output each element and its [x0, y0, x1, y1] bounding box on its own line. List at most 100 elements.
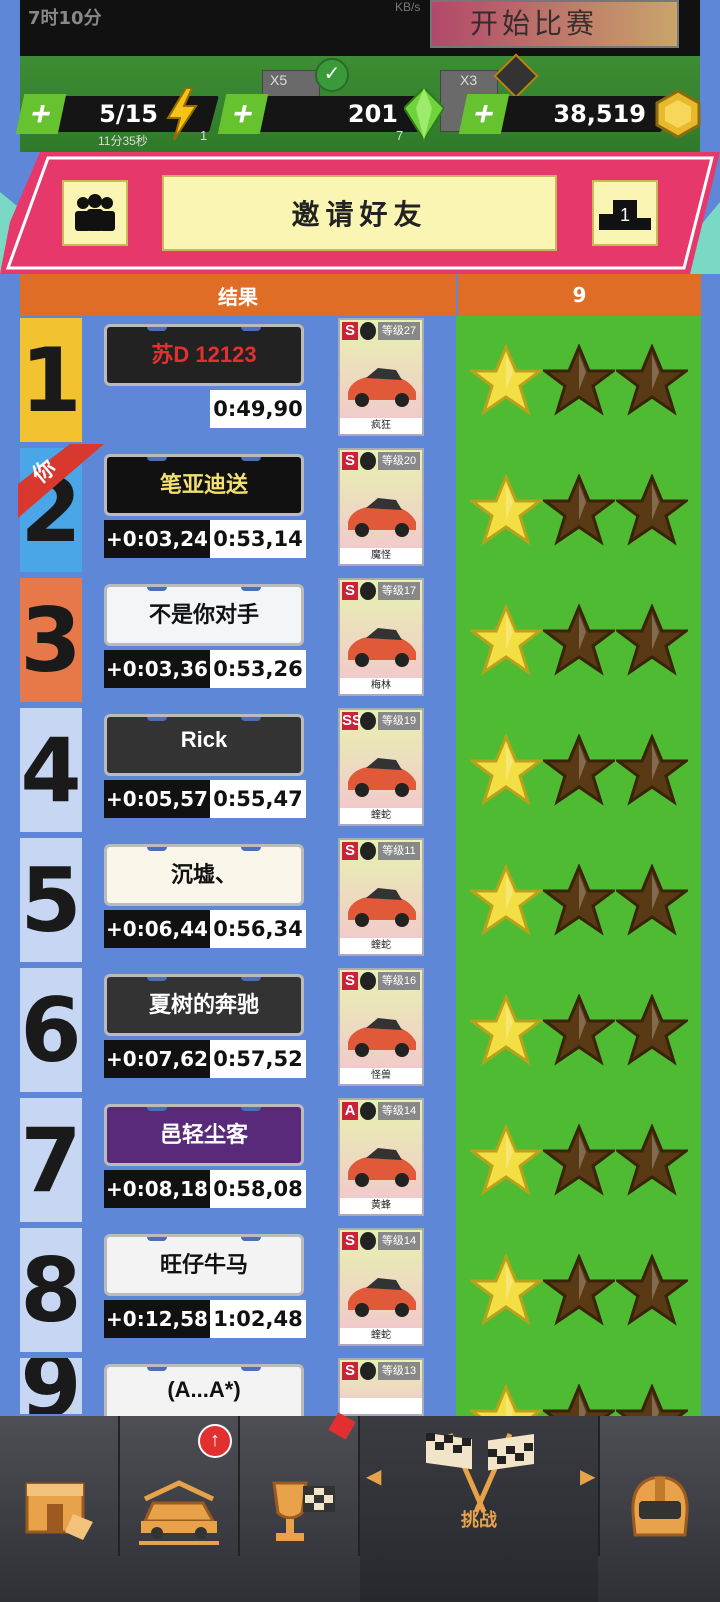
nav-next-arrow-icon[interactable]: ▶ — [580, 1464, 595, 1489]
rank-number: 1 — [20, 318, 82, 442]
empty-star-icon — [543, 1254, 615, 1326]
player-name: 沉墟、 — [170, 862, 237, 887]
car-brand-icon — [360, 972, 376, 990]
energy-timer: 11分35秒 — [98, 134, 148, 148]
nav-tab-trophies[interactable] — [240, 1416, 358, 1602]
nav-tab-shop[interactable] — [0, 1416, 118, 1602]
rank-number: 7 — [20, 1098, 82, 1222]
nav-challenge-label: 挑战 — [461, 1510, 497, 1530]
empty-star-icon — [616, 1384, 688, 1416]
gems-value: 201 — [347, 100, 398, 128]
car-icon — [348, 758, 416, 797]
gold-star-icon — [470, 1254, 542, 1326]
gold-star-icon — [470, 1384, 542, 1416]
car-card[interactable]: A 等级14 黄蜂 — [338, 1098, 424, 1216]
checkered-flags-icon — [420, 1424, 540, 1519]
race-time: 0:49,90 — [210, 390, 306, 428]
car-icon — [348, 1148, 416, 1187]
car-card[interactable]: S 等级13 — [338, 1358, 424, 1416]
player-name-plate[interactable]: 邑轻尘客 — [104, 1104, 304, 1166]
time-difference: +0:12,58 — [104, 1300, 210, 1338]
car-class-badge: SS — [342, 712, 363, 730]
empty-star-icon — [616, 994, 688, 1066]
empty-star-icon — [543, 474, 615, 546]
player-name-plate[interactable]: 苏D 12123 — [104, 324, 304, 386]
empty-star-icon — [543, 994, 615, 1066]
nav-tab-profile[interactable] — [600, 1416, 720, 1602]
shop-icon — [25, 1482, 93, 1540]
helmet-icon — [631, 1475, 689, 1537]
coins-add-button[interactable]: + — [458, 94, 510, 134]
car-class-badge: S — [342, 452, 358, 470]
rank-number: 3 — [20, 578, 82, 702]
car-class-badge: S — [342, 842, 358, 860]
coin-icon — [654, 89, 702, 143]
nav-prev-arrow-icon[interactable]: ◀ — [366, 1464, 381, 1489]
group-icon — [75, 194, 115, 231]
race-time: 0:57,52 — [210, 1040, 306, 1078]
player-name-plate[interactable]: 旺仔牛马 — [104, 1234, 304, 1296]
time-difference: +0:06,44 — [104, 910, 210, 948]
car-icon — [348, 368, 416, 407]
car-level: 等级14 — [378, 1232, 420, 1250]
energy-add-button[interactable]: + — [15, 94, 67, 134]
empty-star-icon — [616, 864, 688, 936]
car-class-badge: S — [342, 1232, 358, 1250]
stars-column-header: 9 — [458, 274, 701, 316]
friends-button[interactable] — [62, 180, 128, 246]
player-name: 邑轻尘客 — [159, 1122, 248, 1147]
car-card[interactable]: S 等级17 梅林 — [338, 578, 424, 696]
player-name-plate[interactable]: 笔亚迪送 — [104, 454, 304, 516]
player-name-plate[interactable]: 夏树的奔驰 — [104, 974, 304, 1036]
empty-star-icon — [543, 344, 615, 416]
player-name: (A...A*) — [167, 1377, 241, 1402]
car-card[interactable]: S 等级20 魔怪 — [338, 448, 424, 566]
car-brand-icon — [360, 322, 376, 340]
car-card[interactable]: SS 等级19 蝰蛇 — [338, 708, 424, 826]
podium-icon: 1 — [599, 196, 651, 230]
car-card[interactable]: S 等级16 怪兽 — [338, 968, 424, 1086]
car-level: 等级16 — [378, 972, 420, 990]
invite-friends-button[interactable]: 邀请好友 — [162, 175, 557, 251]
player-name-plate[interactable]: Rick — [104, 714, 304, 776]
leaderboard-button[interactable]: 1 — [592, 180, 658, 246]
car-card[interactable]: S 等级11 蝰蛇 — [338, 838, 424, 956]
car-level: 等级13 — [378, 1362, 420, 1380]
empty-star-icon — [616, 474, 688, 546]
car-name: 疯狂 — [340, 418, 422, 434]
car-name: 怪兽 — [340, 1068, 422, 1084]
player-name: 夏树的奔驰 — [148, 992, 259, 1017]
gold-star-icon — [470, 994, 542, 1066]
item-card-1-sub: 1 — [200, 128, 208, 143]
rank-number: 8 — [20, 1228, 82, 1352]
upgrade-badge-icon: ↑ — [198, 1424, 232, 1458]
player-name-plate[interactable]: 不是你对手 — [104, 584, 304, 646]
car-name: 蝰蛇 — [340, 1328, 422, 1344]
result-column-header: 结果 — [20, 274, 456, 316]
car-card[interactable]: S 等级27 疯狂 — [338, 318, 424, 436]
player-name: 旺仔牛马 — [159, 1252, 248, 1277]
car-name — [340, 1398, 422, 1414]
gems-add-button[interactable]: + — [217, 94, 269, 134]
car-class-badge: S — [342, 322, 358, 340]
car-card[interactable]: S 等级14 蝰蛇 — [338, 1228, 424, 1346]
time-difference: +0:07,62 — [104, 1040, 210, 1078]
car-level: 等级27 — [378, 322, 420, 340]
player-name-plate[interactable]: 沉墟、 — [104, 844, 304, 906]
car-level: 等级17 — [378, 582, 420, 600]
car-name: 蝰蛇 — [340, 938, 422, 954]
player-name: 苏D 12123 — [151, 342, 257, 367]
car-level: 等级11 — [378, 842, 420, 860]
car-brand-icon — [360, 842, 376, 860]
lightning-icon — [164, 87, 200, 145]
rank-number: 5 — [20, 838, 82, 962]
race-time: 0:56,34 — [210, 910, 306, 948]
time-difference: +0:05,57 — [104, 780, 210, 818]
car-name: 魔怪 — [340, 548, 422, 564]
item-card-2-count: X3 — [460, 72, 478, 88]
car-name: 梅林 — [340, 678, 422, 694]
item-card-1-count: X5 — [270, 72, 288, 88]
player-name: 不是你对手 — [148, 602, 259, 627]
trophy-icon — [272, 1481, 335, 1541]
player-name: Rick — [180, 727, 228, 752]
